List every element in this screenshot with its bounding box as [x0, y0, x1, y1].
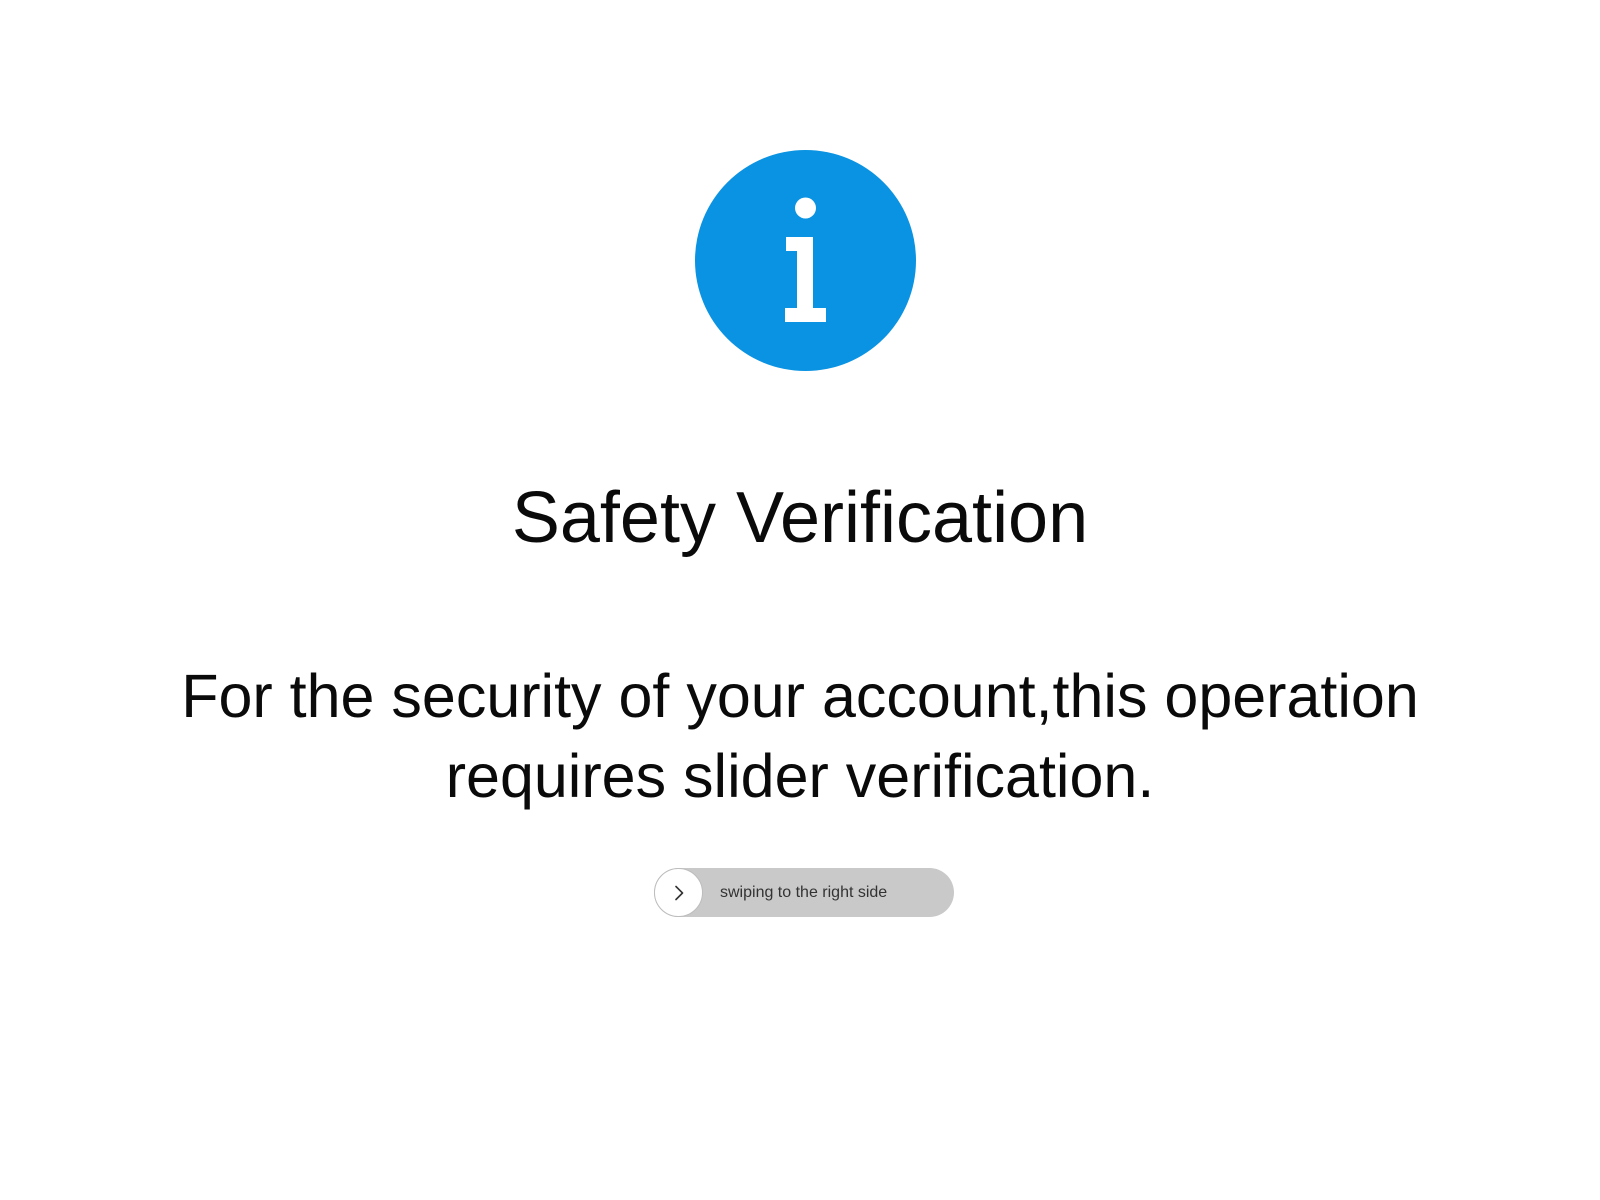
security-message: For the security of your account,this op…: [181, 662, 1419, 810]
page-title: Safety Verification: [511, 478, 1089, 558]
chevron-right-icon: [674, 885, 683, 900]
slider-handle[interactable]: [654, 868, 703, 917]
slider-hint: swiping to the right side: [720, 884, 888, 901]
verification-page: Safety Verification For the security of …: [0, 0, 1600, 1200]
info-icon: [695, 150, 916, 371]
slider-verification[interactable]: swiping to the right side: [654, 868, 954, 917]
